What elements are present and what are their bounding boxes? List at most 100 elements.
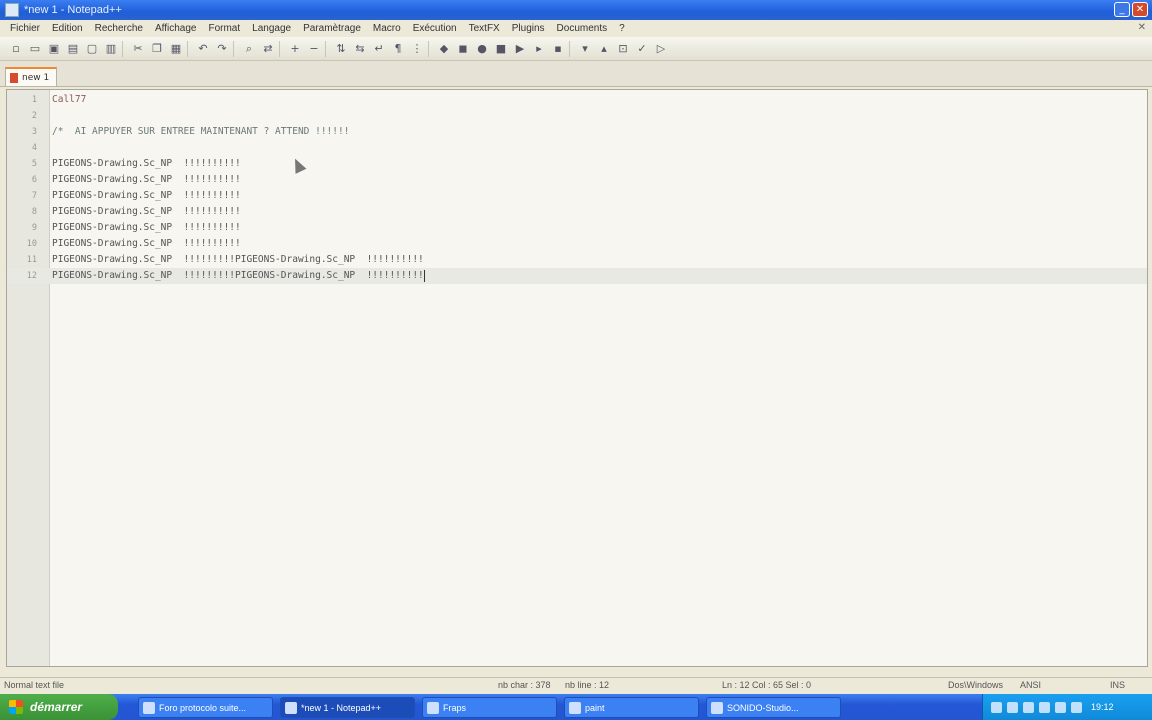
editor-line[interactable]: 6 PIGEONS-Drawing.Sc_NP !!!!!!!!!!	[7, 172, 1147, 188]
zoom-out-icon[interactable]: −	[306, 41, 322, 57]
menu-view[interactable]: Affichage	[149, 23, 203, 34]
toolbar-separator	[325, 40, 330, 57]
unfold-icon[interactable]: ▴	[596, 41, 612, 57]
line-number: 12	[26, 271, 37, 281]
line-number: 5	[31, 159, 37, 169]
save-icon[interactable]: ▣	[46, 41, 62, 57]
taskbar-item-active[interactable]: *new 1 - Notepad++	[280, 697, 415, 718]
tray-app-icon[interactable]	[1039, 701, 1050, 713]
menu-macro[interactable]: Macro	[367, 23, 407, 34]
print-icon[interactable]: ▥	[103, 41, 119, 57]
editor-line[interactable]: 8 PIGEONS-Drawing.Sc_NP !!!!!!!!!!	[7, 204, 1147, 220]
sync-v-icon[interactable]: ⇅	[333, 41, 349, 57]
menu-help[interactable]: ?	[613, 23, 631, 34]
save-macro-icon[interactable]: ▪	[550, 41, 566, 57]
notepad-app-icon	[5, 3, 19, 17]
fold-icon[interactable]: ▾	[577, 41, 593, 57]
play-macro-icon[interactable]: ▶	[512, 41, 528, 57]
line-text: PIGEONS-Drawing.Sc_NP !!!!!!!!!!	[52, 206, 241, 217]
tray-app-icon[interactable]	[1055, 701, 1066, 713]
tray-app-icon[interactable]	[1071, 701, 1082, 713]
replace-icon[interactable]: ⇄	[260, 41, 276, 57]
line-text: PIGEONS-Drawing.Sc_NP !!!!!!!!!PIGEONS-D…	[52, 270, 424, 281]
status-file-type: Normal text file	[4, 680, 65, 690]
tab-label: new 1	[22, 72, 50, 83]
tray-network-icon[interactable]	[991, 701, 1002, 713]
menu-settings[interactable]: Paramètrage	[297, 23, 367, 34]
record-macro-icon[interactable]: ●	[474, 41, 490, 57]
menu-run[interactable]: Exécution	[407, 23, 463, 34]
zoom-in-icon[interactable]: +	[287, 41, 303, 57]
sync-h-icon[interactable]: ⇆	[352, 41, 368, 57]
taskbar-item[interactable]: paint	[564, 697, 699, 718]
line-text: PIGEONS-Drawing.Sc_NP !!!!!!!!!!	[52, 190, 241, 201]
status-position: Ln : 12 Col : 65 Sel : 0	[722, 680, 812, 690]
editor-line[interactable]: 9 PIGEONS-Drawing.Sc_NP !!!!!!!!!!	[7, 220, 1147, 236]
indent-guide-icon[interactable]: ⋮	[409, 41, 425, 57]
menu-plugins[interactable]: Plugins	[506, 23, 551, 34]
taskbar-item-label: SONIDO-Studio...	[727, 702, 799, 713]
line-text: PIGEONS-Drawing.Sc_NP !!!!!!!!!!	[52, 158, 241, 169]
line-text: PIGEONS-Drawing.Sc_NP !!!!!!!!!!	[52, 238, 241, 249]
find-icon[interactable]: ⌕	[241, 41, 257, 57]
editor-line[interactable]: 2	[7, 108, 1147, 124]
window-title: *new 1 - Notepad++	[24, 4, 122, 16]
taskbar: démarrer Foro protocolo suite... *new 1 …	[0, 694, 1152, 720]
trim-icon[interactable]: ⊡	[615, 41, 631, 57]
play-multi-icon[interactable]: ▸	[531, 41, 547, 57]
editor-line-current[interactable]: 12 PIGEONS-Drawing.Sc_NP !!!!!!!!!PIGEONS…	[7, 268, 1147, 284]
line-text-current: PIGEONS-Drawing.Sc_NP !!!!!!!!!PIGEONS-D…	[52, 268, 425, 284]
tray-security-icon[interactable]	[1023, 701, 1034, 713]
editor-line[interactable]: 3 /* AI APPUYER SUR ENTREE MAINTENANT ? A…	[7, 124, 1147, 140]
open-file-icon[interactable]: ▭	[27, 41, 43, 57]
tray-volume-icon[interactable]	[1007, 701, 1018, 713]
redo-icon[interactable]: ↷	[214, 41, 230, 57]
menu-documents[interactable]: Documents	[551, 23, 614, 34]
undo-icon[interactable]: ↶	[195, 41, 211, 57]
bookmark-icon[interactable]: ◆	[436, 41, 452, 57]
close-file-icon[interactable]: ▢	[84, 41, 100, 57]
menu-edit[interactable]: Edition	[46, 23, 89, 34]
menu-file[interactable]: Fichier	[4, 23, 46, 34]
minimize-button[interactable]: _	[1114, 2, 1130, 17]
taskbar-item[interactable]: Fraps	[422, 697, 557, 718]
taskbar-item[interactable]: Foro protocolo suite...	[138, 697, 273, 718]
status-length: nb char : 378	[498, 680, 551, 690]
editor-line[interactable]: 10 PIGEONS-Drawing.Sc_NP !!!!!!!!!!	[7, 236, 1147, 252]
run-icon[interactable]: ▷	[653, 41, 669, 57]
stop-macro-icon[interactable]: ■	[493, 41, 509, 57]
new-file-icon[interactable]: ▫	[8, 41, 24, 57]
save-all-icon[interactable]: ▤	[65, 41, 81, 57]
paste-icon[interactable]: ▦	[168, 41, 184, 57]
menu-format[interactable]: Format	[202, 23, 246, 34]
editor-line[interactable]: 5 PIGEONS-Drawing.Sc_NP !!!!!!!!!!	[7, 156, 1147, 172]
menu-textfx[interactable]: TextFX	[463, 23, 506, 34]
start-label: démarrer	[30, 700, 83, 714]
menu-search[interactable]: Recherche	[89, 23, 149, 34]
status-insert-mode: INS	[1110, 680, 1126, 690]
start-button[interactable]: démarrer	[0, 694, 118, 720]
line-text: PIGEONS-Drawing.Sc_NP !!!!!!!!!!	[52, 222, 241, 233]
close-button[interactable]: ✕	[1132, 2, 1148, 17]
editor-line[interactable]: 11 PIGEONS-Drawing.Sc_NP !!!!!!!!!PIGEONS…	[7, 252, 1147, 268]
paint-icon	[569, 702, 581, 714]
lock-icon[interactable]: ◼	[455, 41, 471, 57]
menu-language[interactable]: Langage	[246, 23, 297, 34]
editor-line[interactable]: 4	[7, 140, 1147, 156]
editor-line[interactable]: 7 PIGEONS-Drawing.Sc_NP !!!!!!!!!!	[7, 188, 1147, 204]
show-all-icon[interactable]: ¶	[390, 41, 406, 57]
editor-line[interactable]: 1 Call77	[7, 92, 1147, 108]
line-number: 9	[31, 223, 37, 233]
line-text: PIGEONS-Drawing.Sc_NP !!!!!!!!!!	[52, 174, 241, 185]
text-editor[interactable]: 1 Call77 2 3 /* AI APPUYER SUR ENTREE MAIN…	[6, 89, 1148, 667]
tab-new-1[interactable]: new 1	[5, 67, 57, 86]
taskbar-item[interactable]: SONIDO-Studio...	[706, 697, 841, 718]
document-tab-strip: new 1	[0, 61, 1152, 87]
line-number: 10	[26, 239, 37, 249]
spell-check-icon[interactable]: ✓	[634, 41, 650, 57]
close-doc-icon[interactable]: ✕	[1138, 22, 1146, 33]
copy-icon[interactable]: ❐	[149, 41, 165, 57]
word-wrap-icon[interactable]: ↵	[371, 41, 387, 57]
cut-icon[interactable]: ✂	[130, 41, 146, 57]
toolbar-separator	[428, 40, 433, 57]
